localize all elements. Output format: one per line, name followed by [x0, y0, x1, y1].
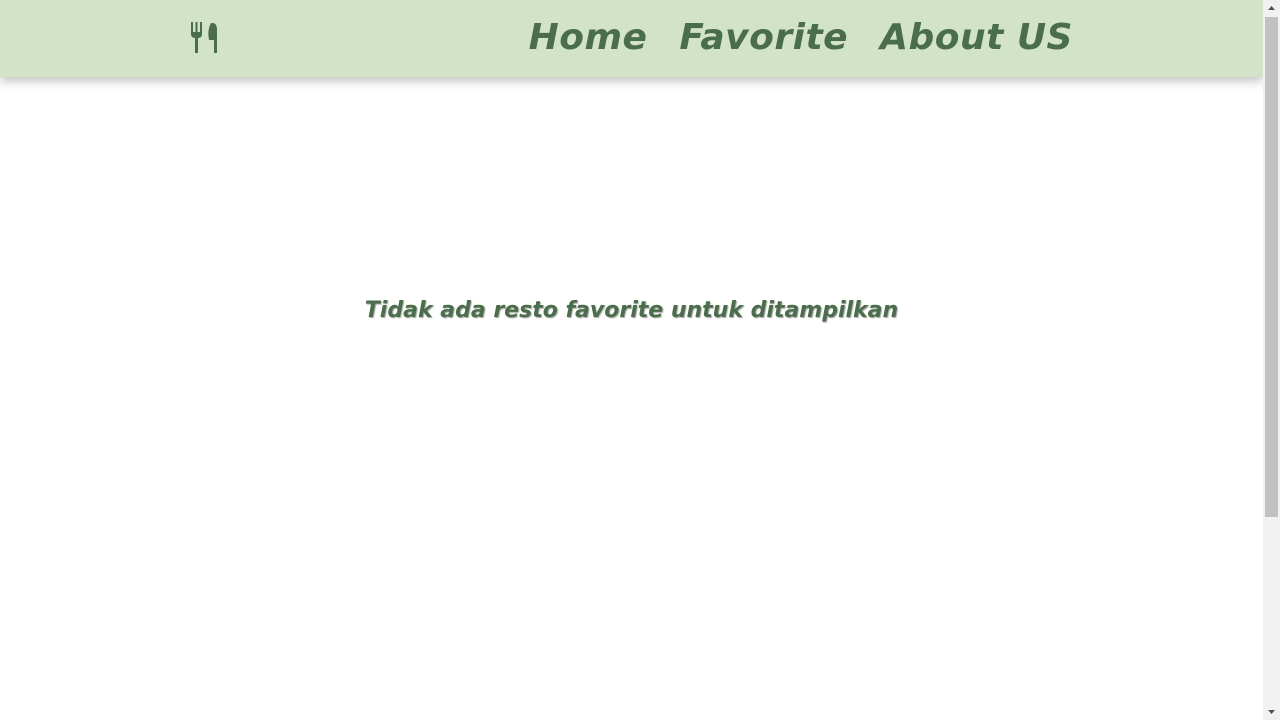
main-nav: Home Favorite About US [529, 12, 1073, 64]
nav-home-link[interactable]: Home [529, 12, 648, 64]
scroll-up-arrow-icon[interactable] [1263, 0, 1280, 17]
vertical-scrollbar[interactable] [1263, 0, 1280, 720]
nav-about-link[interactable]: About US [880, 12, 1073, 64]
app-bar: Home Favorite About US [0, 0, 1263, 77]
page: Home Favorite About US Tidak ada resto f… [0, 0, 1263, 720]
empty-favorites-message: Tidak ada resto favorite untuk ditampilk… [364, 298, 899, 323]
scrollbar-thumb[interactable] [1265, 17, 1278, 517]
nav-favorite-link[interactable]: Favorite [679, 12, 848, 64]
fork-knife-icon[interactable] [188, 20, 224, 56]
scroll-down-arrow-icon[interactable] [1263, 703, 1280, 720]
